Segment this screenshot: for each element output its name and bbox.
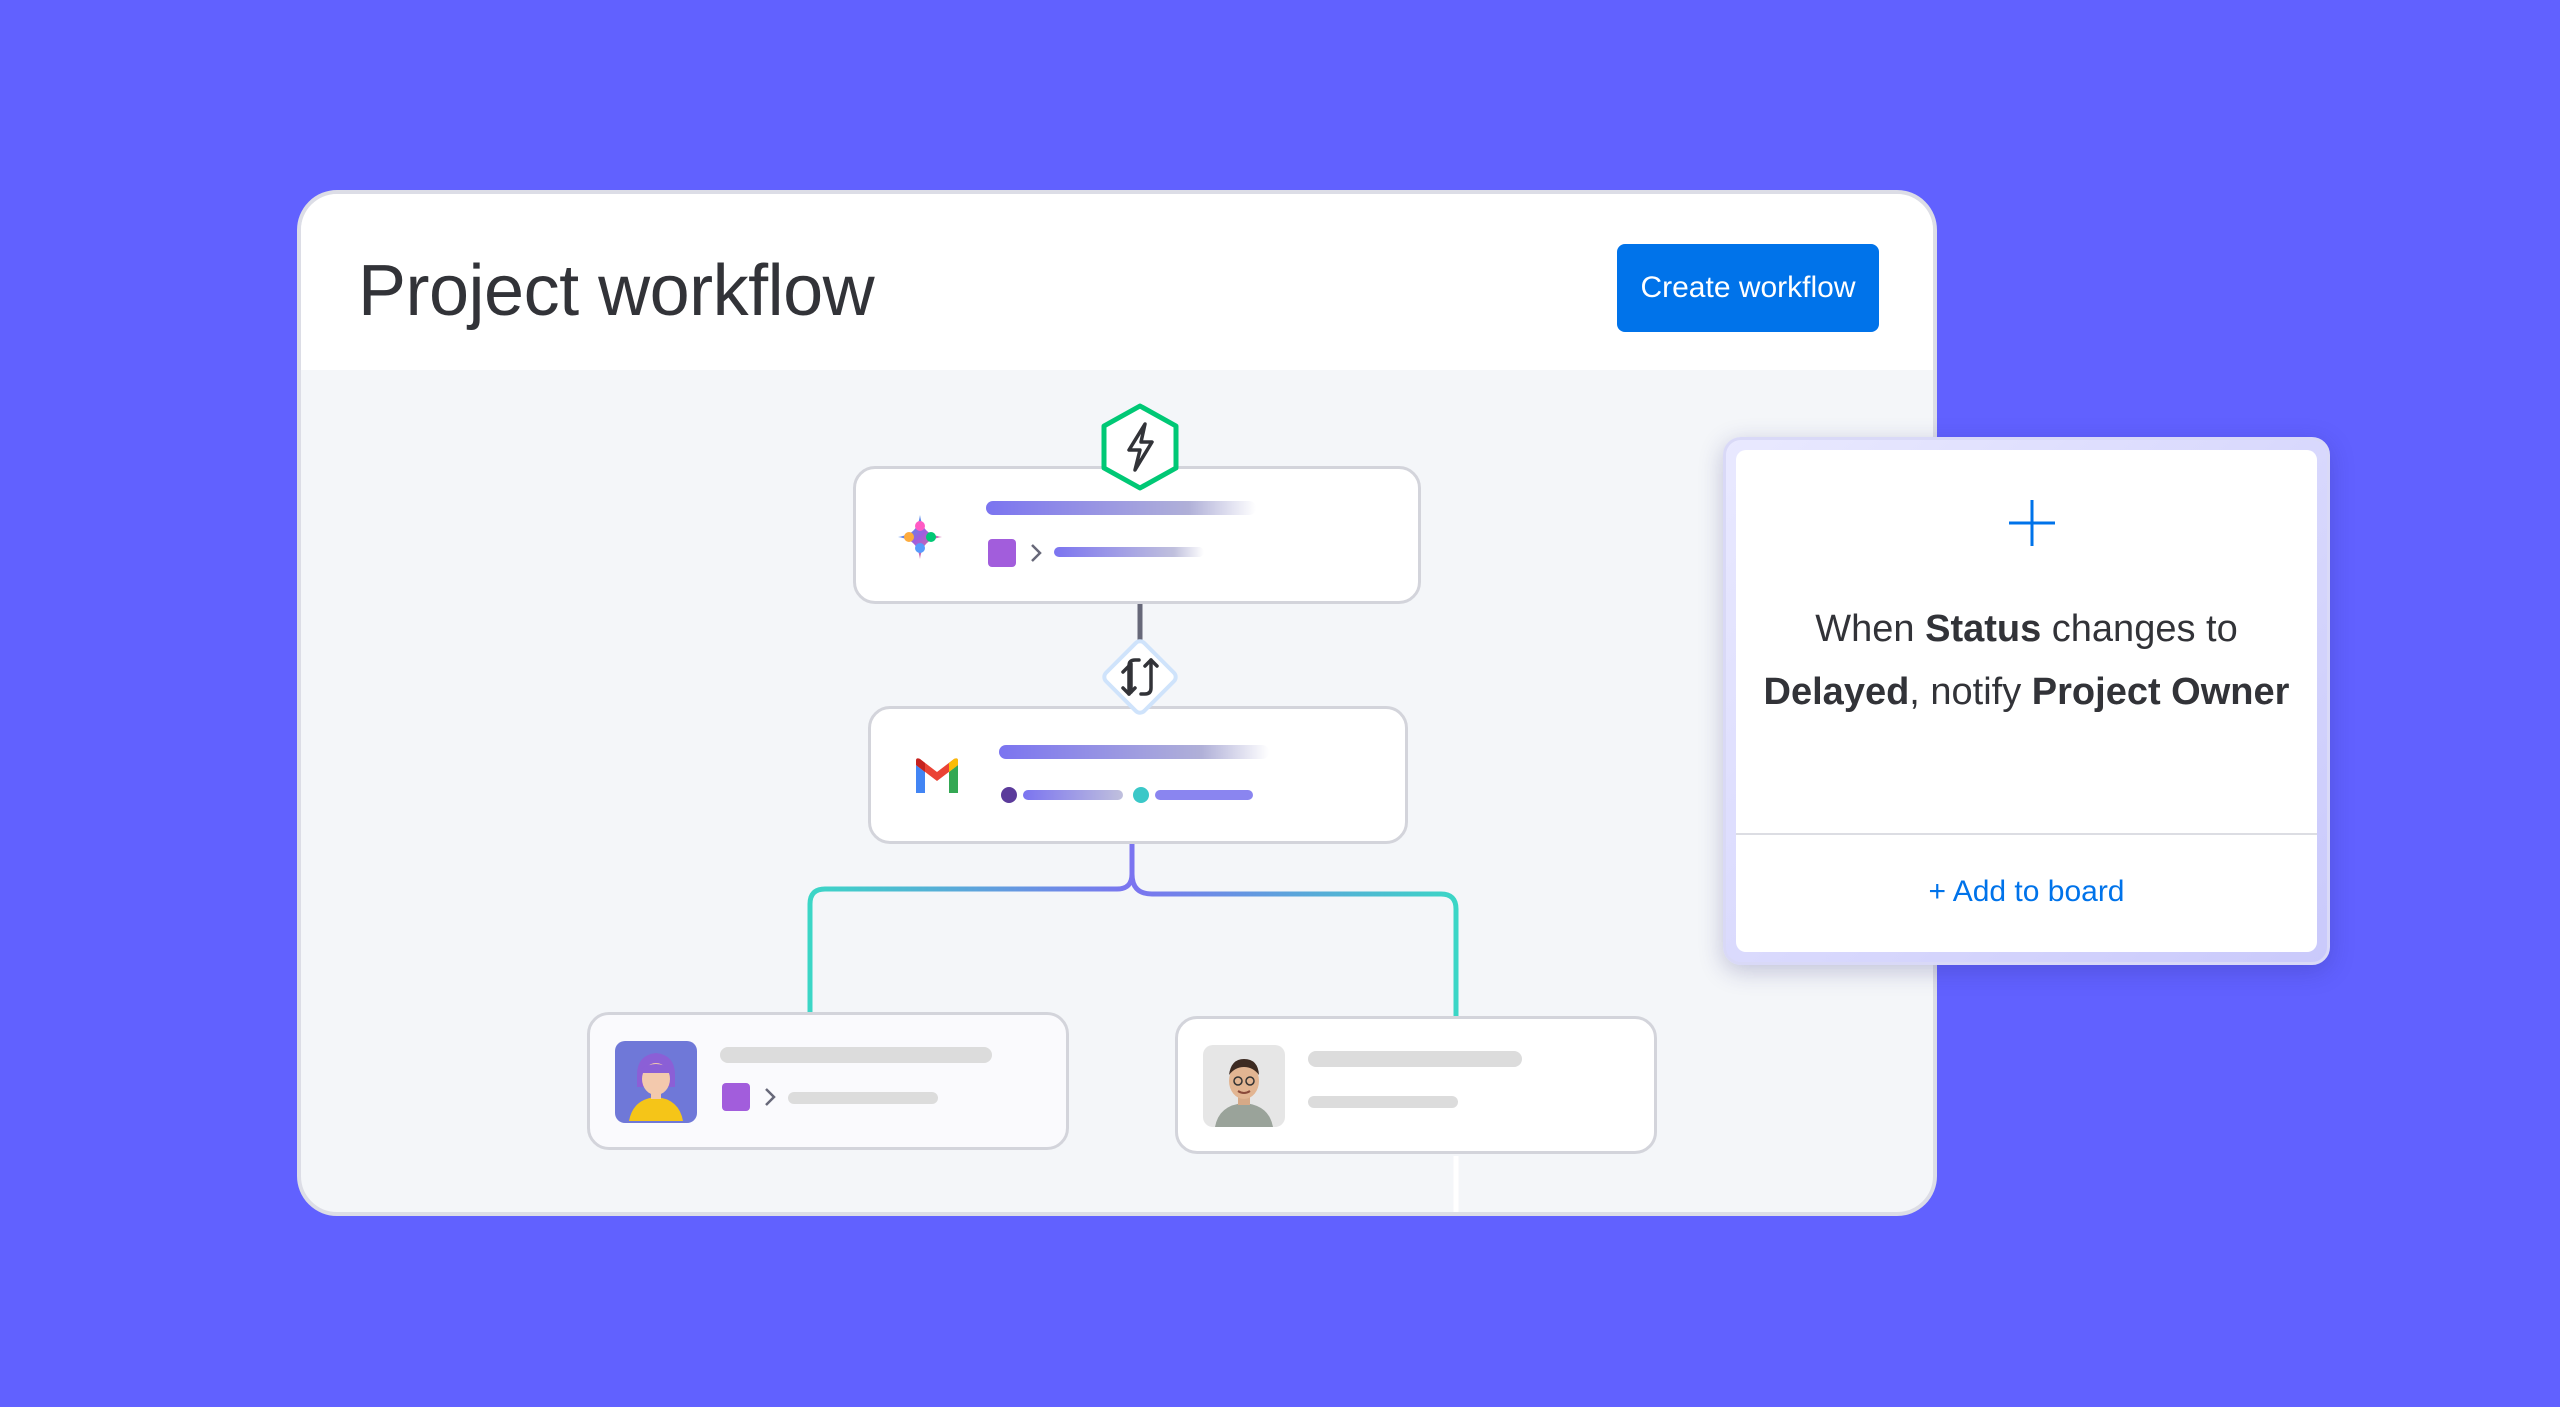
create-workflow-button[interactable]: Create workflow [1617, 244, 1879, 332]
chevron-right-icon [765, 1088, 776, 1106]
workflow-node-assignee[interactable] [1175, 1016, 1657, 1154]
workflow-node-assignee[interactable] [587, 1012, 1069, 1150]
placeholder-line [788, 1092, 938, 1104]
page-title: Project workflow [358, 251, 875, 331]
automation-recipe-text: When Status changes to Delayed, notify P… [1756, 598, 2297, 724]
placeholder-line [1308, 1096, 1458, 1108]
placeholder-line [986, 501, 1256, 515]
automation-recipe-panel: When Status changes to Delayed, notify P… [1736, 450, 2317, 952]
recipe-text: When [1815, 608, 1926, 650]
placeholder-line [1023, 790, 1123, 800]
placeholder-line [1054, 547, 1204, 557]
recipe-text: changes to [2041, 608, 2238, 650]
swap-arrows-icon[interactable] [1091, 628, 1189, 726]
lightning-icon[interactable] [1099, 402, 1181, 492]
placeholder-line [1155, 790, 1253, 800]
avatar-man [1203, 1045, 1285, 1127]
placeholder-line [999, 745, 1269, 759]
divider [1736, 833, 2317, 835]
gmail-icon [916, 758, 958, 793]
workflow-window: Project workflow Create workflow [297, 190, 1937, 1216]
recipe-text: , notify [1909, 671, 2032, 713]
placeholder-line [720, 1047, 992, 1063]
status-square [722, 1083, 750, 1111]
avatar-woman [615, 1041, 697, 1123]
add-to-board-link[interactable]: + Add to board [1736, 875, 2317, 909]
window-header: Project workflow Create workflow [301, 194, 1933, 370]
status-square [988, 539, 1016, 567]
plus-icon[interactable] [2007, 498, 2057, 548]
recipe-value: Delayed [1763, 671, 1910, 713]
status-dot [1001, 787, 1017, 803]
automation-recipe-card: When Status changes to Delayed, notify P… [1723, 437, 2330, 965]
placeholder-line [1308, 1051, 1522, 1067]
recipe-target: Project Owner [2031, 671, 2290, 713]
recipe-field: Status [1925, 608, 2042, 650]
ai-sparkle-icon [898, 515, 942, 559]
status-dot [1133, 787, 1149, 803]
chevron-right-icon [1031, 544, 1042, 562]
workflow-node-gmail[interactable] [868, 706, 1408, 844]
